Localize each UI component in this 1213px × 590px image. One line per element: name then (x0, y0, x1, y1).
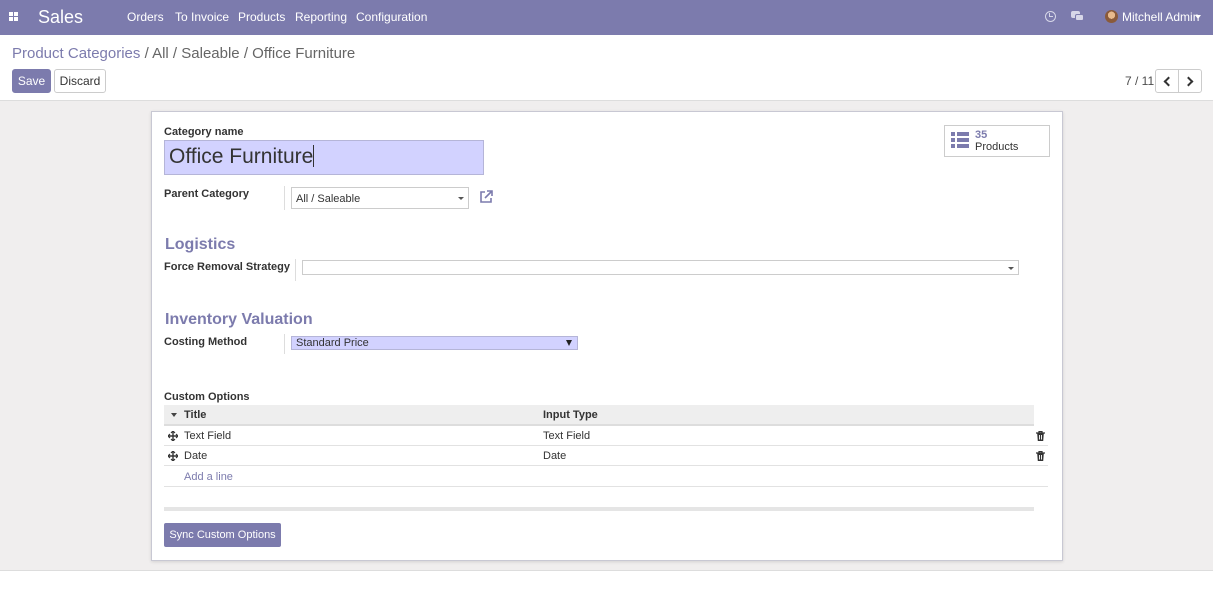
pager-value[interactable]: 7 / 11 (1125, 74, 1154, 88)
apps-menu-icon[interactable] (9, 12, 18, 21)
parent-category-select[interactable]: All / Saleable (291, 187, 469, 209)
drag-handle-icon[interactable] (168, 431, 178, 441)
cell-title[interactable]: Date (184, 450, 207, 462)
form-sheet: Category name Office Furniture 35 Produc… (151, 111, 1063, 561)
removal-strategy-label: Force Removal Strategy (164, 261, 290, 273)
category-name-value: Office Furniture (169, 145, 314, 168)
cell-input-type[interactable]: Text Field (543, 430, 590, 442)
menu-to-invoice[interactable]: To Invoice (175, 10, 229, 24)
caret-down-icon[interactable] (1195, 15, 1201, 19)
control-panel: Product Categories / All / Saleable / Of… (0, 35, 1213, 101)
external-link-icon[interactable] (478, 189, 494, 205)
custom-options-label: Custom Options (164, 391, 250, 403)
add-a-line-link[interactable]: Add a line (184, 471, 233, 483)
table-footer (164, 507, 1034, 511)
breadcrumb: Product Categories / All / Saleable / Of… (12, 45, 355, 62)
costing-method-value: Standard Price (296, 337, 369, 349)
sort-caret-icon[interactable] (171, 413, 177, 417)
cell-title[interactable]: Text Field (184, 430, 231, 442)
menu-configuration[interactable]: Configuration (356, 10, 427, 24)
list-icon (951, 132, 969, 149)
dropdown-caret-icon (458, 197, 464, 200)
clock-icon[interactable] (1045, 11, 1056, 22)
dropdown-caret-icon (566, 340, 572, 346)
costing-method-label: Costing Method (164, 336, 248, 348)
column-header-input-type[interactable]: Input Type (543, 409, 598, 421)
user-menu-name[interactable]: Mitchell Admin (1122, 10, 1199, 24)
products-count: 35 (975, 129, 988, 141)
table-row[interactable]: Date Date (164, 446, 1048, 466)
column-header-title[interactable]: Title (184, 409, 206, 421)
breadcrumb-separator: / (140, 45, 153, 62)
custom-options-table-header: Title Input Type (164, 405, 1034, 426)
pager-next-button[interactable] (1178, 69, 1202, 93)
chevron-right-icon (1183, 76, 1194, 87)
field-separator (284, 334, 285, 354)
app-name: Sales (38, 7, 84, 27)
products-stat-button[interactable]: 35 Products (944, 125, 1050, 157)
user-avatar[interactable] (1105, 10, 1118, 23)
text-cursor (313, 145, 315, 167)
field-separator (295, 259, 296, 281)
chat-icon[interactable] (1071, 11, 1084, 21)
trash-icon[interactable] (1036, 451, 1045, 461)
drag-handle-icon[interactable] (168, 451, 178, 461)
save-button[interactable]: Save (12, 69, 51, 93)
table-row[interactable]: Text Field Text Field (164, 426, 1048, 446)
dropdown-caret-icon (1008, 267, 1014, 270)
trash-icon[interactable] (1036, 431, 1045, 441)
category-name-label: Category name (164, 126, 244, 138)
menu-products[interactable]: Products (238, 10, 285, 24)
logistics-section-title: Logistics (165, 236, 236, 253)
parent-category-value: All / Saleable (296, 193, 361, 205)
pager-previous-button[interactable] (1155, 69, 1179, 93)
costing-method-select[interactable]: Standard Price (291, 336, 578, 350)
sync-custom-options-button[interactable]: Sync Custom Options (164, 523, 281, 547)
top-navbar: Sales Orders To Invoice Products Reporti… (0, 0, 1213, 35)
category-name-input[interactable]: Office Furniture (164, 140, 484, 175)
breadcrumb-root-link[interactable]: Product Categories (12, 45, 140, 62)
chevron-left-icon (1163, 76, 1174, 87)
bottom-area (0, 571, 1213, 590)
table-divider (164, 486, 1048, 487)
removal-strategy-select[interactable] (302, 260, 1019, 275)
cell-input-type[interactable]: Date (543, 450, 566, 462)
inventory-valuation-section-title: Inventory Valuation (165, 311, 313, 328)
field-separator (284, 186, 285, 210)
menu-orders[interactable]: Orders (127, 10, 164, 24)
discard-button[interactable]: Discard (54, 69, 106, 93)
menu-reporting[interactable]: Reporting (295, 10, 347, 24)
products-stat-label: Products (975, 141, 1019, 153)
breadcrumb-current: All / Saleable / Office Furniture (152, 45, 356, 62)
parent-category-label: Parent Category (164, 188, 249, 200)
